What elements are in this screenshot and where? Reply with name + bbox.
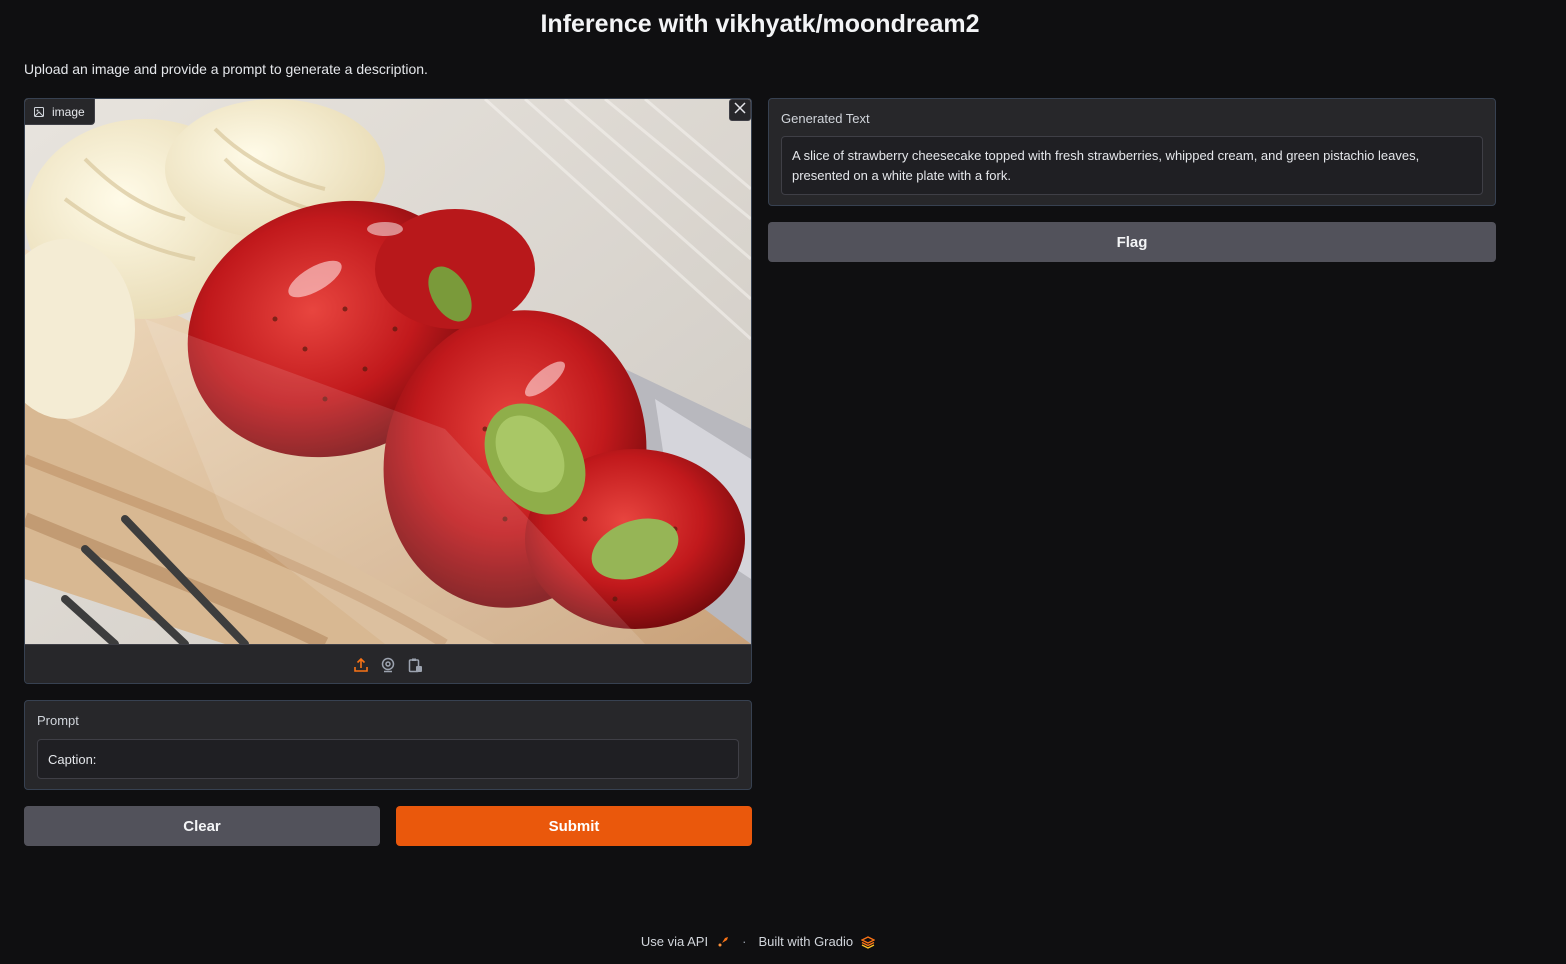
generated-text-output[interactable]: A slice of strawberry cheesecake topped … [781, 136, 1483, 195]
clear-image-button[interactable] [729, 99, 751, 121]
clear-button[interactable]: Clear [24, 806, 380, 846]
prompt-label: Prompt [37, 713, 79, 728]
footer: Use via API · Built with Gradio [0, 934, 1516, 949]
image-label-badge: image [25, 99, 95, 125]
prompt-field-container: Prompt [24, 700, 752, 790]
submit-button[interactable]: Submit [396, 806, 752, 846]
footer-separator: · [742, 934, 747, 949]
image-icon [33, 106, 45, 118]
image-input[interactable]: image [24, 98, 752, 684]
page-description: Upload an image and provide a prompt to … [24, 61, 428, 77]
rocket-icon [716, 935, 730, 949]
generated-text-container: Generated Text A slice of strawberry che… [768, 98, 1496, 206]
page-title: Inference with vikhyatk/moondream2 [540, 10, 980, 38]
webcam-icon[interactable] [380, 656, 397, 673]
generated-text-label: Generated Text [781, 111, 870, 126]
built-with-gradio-link[interactable]: Built with Gradio [758, 934, 853, 949]
uploaded-image [25, 99, 751, 644]
use-via-api-link[interactable]: Use via API [641, 934, 708, 949]
image-source-toolbar [25, 644, 751, 683]
image-label: image [52, 104, 85, 119]
upload-icon[interactable] [353, 656, 370, 673]
flag-button[interactable]: Flag [768, 222, 1496, 262]
prompt-input[interactable] [37, 739, 739, 779]
close-icon [734, 101, 746, 119]
clipboard-icon[interactable] [407, 656, 424, 673]
gradio-logo-icon [860, 935, 876, 949]
